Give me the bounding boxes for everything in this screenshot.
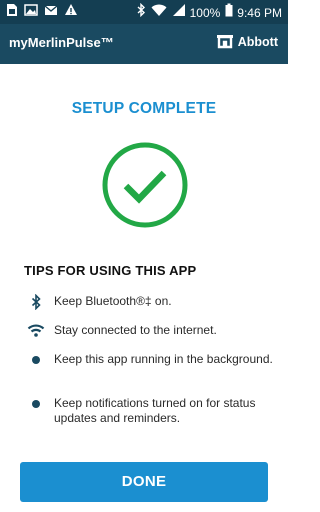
done-button[interactable]: DONE: [20, 462, 268, 502]
wifi-icon: [26, 323, 46, 337]
tip-bluetooth: Keep Bluetooth®‡ on.: [26, 294, 276, 310]
success-check-icon: [101, 141, 189, 229]
system-icons: 100% 9:46 PM: [131, 2, 282, 22]
page-title: SETUP COMPLETE: [71, 100, 217, 117]
tip-notifications: Keep notifications turned on for status …: [26, 396, 276, 426]
clock: 9:46 PM: [237, 5, 282, 20]
wifi-icon: [151, 3, 167, 22]
tip-text: Keep Bluetooth®‡ on.: [54, 294, 172, 308]
app-title: myMerlinPulse™: [9, 35, 114, 50]
alert-icon: [64, 3, 78, 22]
bluetooth-icon: [26, 294, 46, 310]
battery-icon: [225, 3, 233, 22]
signal-icon: [172, 3, 186, 22]
status-bar: 100% 9:46 PM: [0, 0, 288, 24]
battery-percent: 100%: [189, 5, 221, 20]
image-icon: [24, 3, 38, 22]
brand-name: Abbott: [237, 35, 278, 49]
tip-text: Keep notifications turned on for status …: [54, 396, 256, 425]
tips-title: TIPS FOR USING THIS APP: [24, 263, 197, 278]
sim-icon: [6, 3, 18, 22]
tip-text: Stay connected to the internet.: [54, 323, 217, 337]
tip-internet: Stay connected to the internet.: [26, 323, 276, 338]
tip-text: Keep this app running in the background.: [54, 352, 273, 366]
app-bar: myMerlinPulse™ Abbott: [0, 24, 288, 64]
bullet-icon: [26, 396, 46, 408]
mail-icon: [44, 3, 58, 22]
bullet-icon: [26, 352, 46, 364]
notification-icons: [6, 3, 84, 22]
abbott-logo-icon: [216, 35, 233, 49]
abbott-logo: Abbott: [216, 34, 278, 50]
tip-keep-running: Keep this app running in the background.: [26, 352, 276, 367]
bluetooth-icon: [136, 2, 146, 22]
